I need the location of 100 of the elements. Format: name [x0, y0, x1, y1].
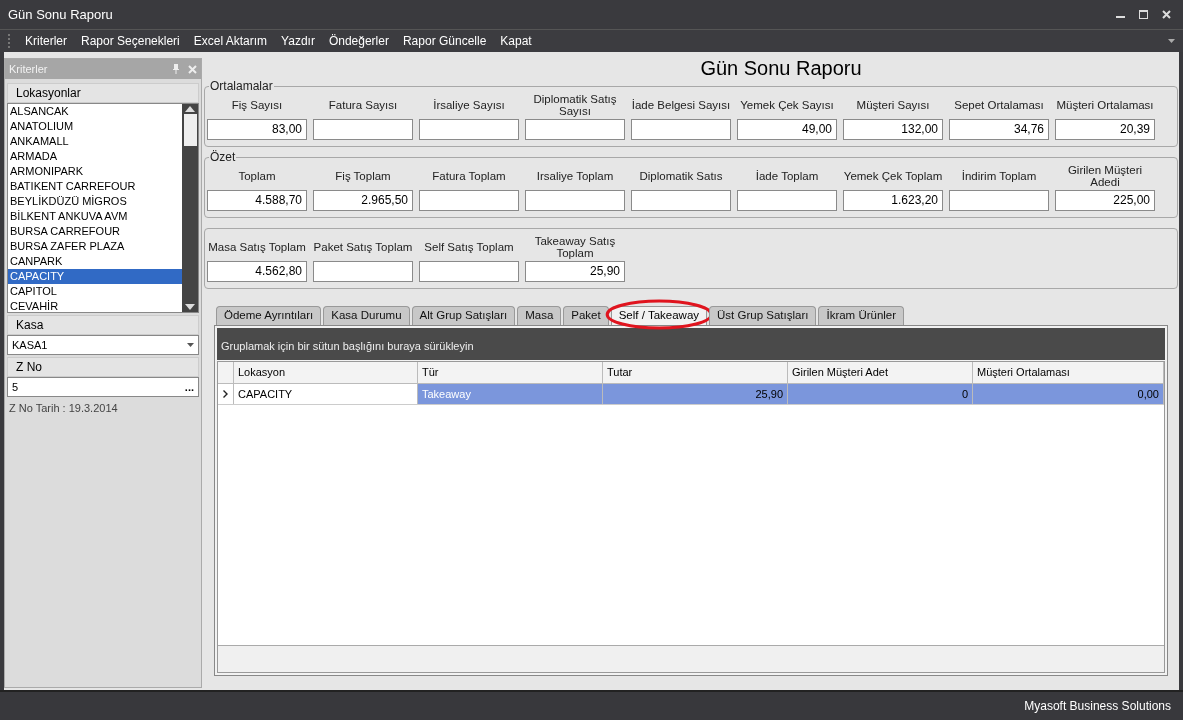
column-header[interactable]: Girilen Müşteri Adet — [788, 362, 973, 383]
field-label: İade Toplam — [755, 169, 819, 184]
grip-icon — [8, 33, 11, 49]
menu-item[interactable]: Rapor Seçenekleri — [81, 32, 180, 50]
value-field[interactable] — [631, 190, 731, 211]
list-item[interactable]: CEVAHİR — [8, 299, 182, 312]
tab[interactable]: Kasa Durumu — [323, 306, 410, 325]
value-field[interactable]: 132,00 — [843, 119, 943, 140]
list-item[interactable]: CAPACITY — [8, 269, 182, 284]
value-field[interactable]: 4.588,70 — [207, 190, 307, 211]
maximize-icon[interactable] — [1139, 10, 1148, 19]
zno-date: Z No Tarih : 19.3.2014 — [8, 401, 119, 416]
field-label: Toplam — [238, 169, 276, 184]
caret-icon — [187, 343, 194, 347]
field-label: İade Belgesi Sayısı — [631, 98, 731, 113]
tab[interactable]: Masa — [517, 306, 562, 325]
menu-item[interactable]: Kapat — [500, 32, 532, 50]
group-hint: Gruplamak için bir sütun başlığını buraya sürükleyin — [221, 338, 474, 354]
list-item[interactable]: BEYLİKDÜZÜ MİGROS — [8, 194, 182, 209]
menu-item[interactable]: Öndeğerler — [328, 32, 389, 50]
panel-title: Kriterler — [9, 61, 49, 77]
list-item[interactable]: ANKAMALL — [8, 134, 182, 149]
scroll-down-icon[interactable] — [185, 304, 195, 310]
tab[interactable]: Ödeme Ayrıntıları — [216, 306, 322, 325]
field-label: Fatura Toplam — [432, 169, 506, 184]
field-label: Girilen Müşteri Adedi — [1066, 163, 1144, 190]
value-field[interactable] — [419, 261, 519, 282]
value-field[interactable] — [631, 119, 731, 140]
window-title: Gün Sonu Raporu — [8, 5, 113, 24]
field-label: Müşteri Sayısı — [856, 98, 930, 113]
list-item[interactable]: BİLKENT ANKUVA AVM — [8, 209, 182, 224]
dropdown-icon[interactable] — [1168, 39, 1175, 43]
section-title: Lokasyonlar — [16, 85, 81, 102]
field-label: Takeaway Satış Toplam — [533, 234, 617, 261]
column-header[interactable]: Lokasyon — [234, 362, 418, 383]
kasa-dropdown[interactable]: KASA1 — [7, 335, 199, 355]
zno-field[interactable]: 5 ... — [7, 377, 199, 397]
close-icon[interactable] — [1162, 10, 1171, 19]
value-field[interactable] — [949, 190, 1049, 211]
value-field[interactable]: 1.623,20 — [843, 190, 943, 211]
list-item[interactable]: ANATOLIUM — [8, 119, 182, 134]
list-item[interactable]: ARMONIPARK — [8, 164, 182, 179]
scroll-up-icon[interactable] — [185, 106, 195, 112]
field-label: Fiş Toplam — [335, 169, 391, 184]
table-cell: 25,90 — [603, 384, 788, 404]
list-item[interactable]: ARMADA — [8, 149, 182, 164]
value-field[interactable] — [419, 119, 519, 140]
table-cell: Takeaway — [418, 384, 603, 404]
list-item[interactable]: BATIKENT CARREFOUR — [8, 179, 182, 194]
field-label: Irsaliye Toplam — [536, 169, 614, 184]
field-label: Paket Satış Toplam — [313, 240, 413, 255]
scroll-thumb[interactable] — [183, 114, 197, 146]
table-cell: 0 — [788, 384, 973, 404]
row-indicator-icon — [223, 390, 228, 398]
value-field[interactable]: 225,00 — [1055, 190, 1155, 211]
menu-item[interactable]: Rapor Güncelle — [402, 32, 487, 50]
list-item[interactable]: CANPARK — [8, 254, 182, 269]
group-title: Ortalamalar — [209, 79, 274, 93]
value-field[interactable]: 2.965,50 — [313, 190, 413, 211]
menu-item[interactable]: Excel Aktarım — [193, 32, 268, 50]
column-header[interactable]: Tür — [418, 362, 603, 383]
tab[interactable]: Üst Grup Satışları — [709, 306, 817, 325]
field-label: Fatura Sayısı — [328, 98, 398, 113]
value-field[interactable]: 34,76 — [949, 119, 1049, 140]
list-item[interactable]: BURSA ZAFER PLAZA — [8, 239, 182, 254]
value-field[interactable] — [737, 190, 837, 211]
value-field[interactable] — [313, 119, 413, 140]
field-label: Masa Satış Toplam — [208, 240, 306, 255]
pin-icon[interactable] — [172, 64, 180, 74]
tab[interactable]: İkram Ürünler — [818, 306, 905, 325]
list-item[interactable]: ALSANCAK — [8, 104, 182, 119]
column-header[interactable]: Tutar — [603, 362, 788, 383]
menu-item[interactable]: Kriterler — [25, 32, 67, 50]
tab[interactable]: Self / Takeaway — [610, 306, 708, 325]
value-field[interactable]: 83,00 — [207, 119, 307, 140]
section-title: Kasa — [16, 317, 44, 334]
list-item[interactable]: CAPITOL — [8, 284, 182, 299]
field-label: Fiş Sayısı — [231, 98, 283, 113]
value-field[interactable]: 25,90 — [525, 261, 625, 282]
table-cell: 0,00 — [973, 384, 1164, 404]
field-label: Müşteri Ortalaması — [1056, 98, 1154, 113]
value-field[interactable] — [525, 119, 625, 140]
value-field[interactable] — [419, 190, 519, 211]
value-field[interactable]: 4.562,80 — [207, 261, 307, 282]
field-label: Diplomatik Satış Sayısı — [532, 92, 618, 119]
field-label: Yemek Çek Sayısı — [740, 98, 834, 113]
scrollbar[interactable] — [182, 104, 198, 312]
value-field[interactable]: 20,39 — [1055, 119, 1155, 140]
list-item[interactable]: BURSA CARREFOUR — [8, 224, 182, 239]
value-field[interactable]: 49,00 — [737, 119, 837, 140]
tab[interactable]: Alt Grup Satışları — [411, 306, 516, 325]
section-title: Z No — [16, 359, 42, 376]
browse-button[interactable]: ... — [184, 382, 194, 392]
tab[interactable]: Paket — [563, 306, 609, 325]
column-header[interactable]: Müşteri Ortalaması — [973, 362, 1164, 383]
status-text: Myasoft Business Solutions — [1024, 698, 1171, 715]
value-field[interactable] — [525, 190, 625, 211]
menu-item[interactable]: Yazdır — [281, 32, 315, 50]
value-field[interactable] — [313, 261, 413, 282]
field-label: İrsaliye Sayısı — [433, 98, 505, 113]
